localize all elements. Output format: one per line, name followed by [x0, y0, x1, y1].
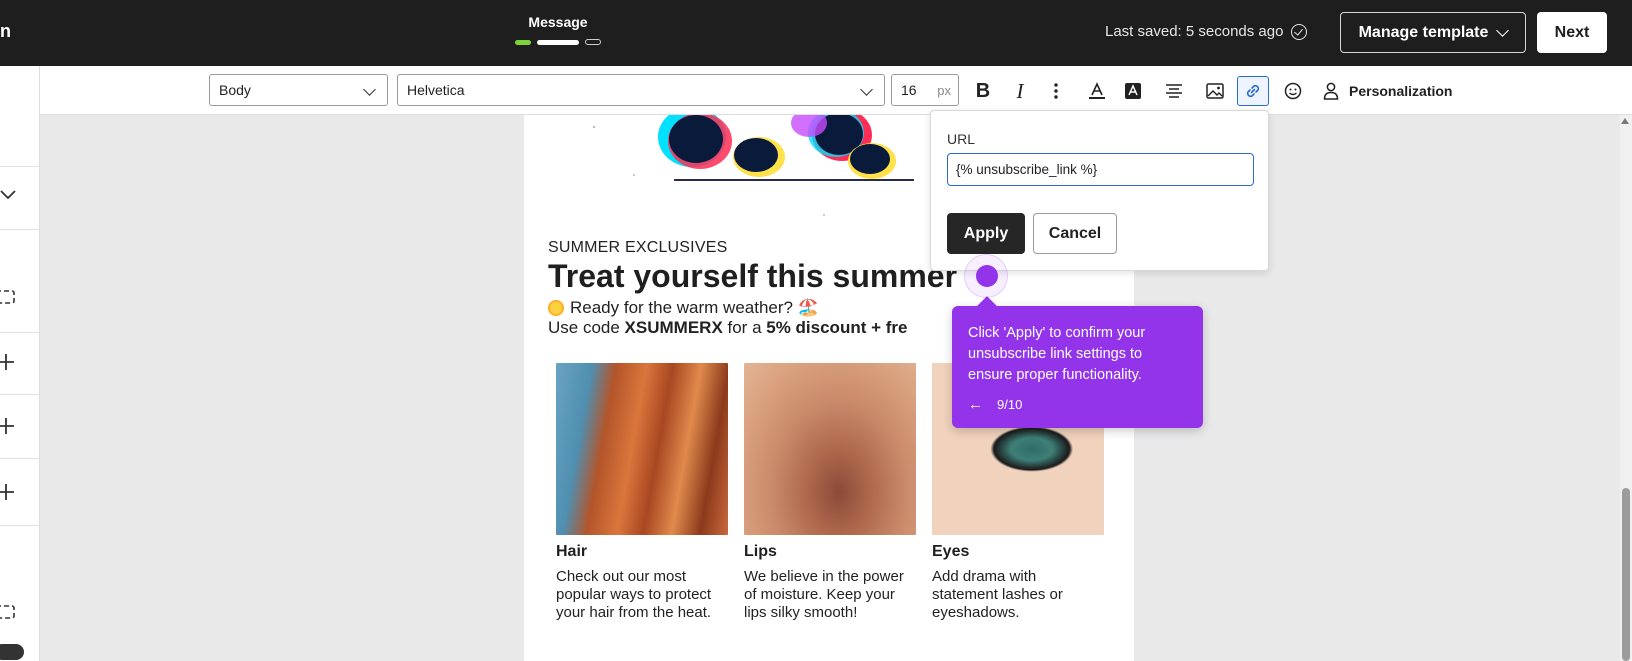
- intro-text: Ready for the warm weather? 🏖️: [570, 298, 819, 317]
- rail-divider: [0, 394, 40, 395]
- sun-emoji-icon: [548, 300, 564, 316]
- guide-step-counter: 9/10: [997, 397, 1023, 412]
- text-style-select[interactable]: Body: [209, 74, 388, 106]
- rail-divider: [0, 332, 40, 333]
- add-icon[interactable]: [0, 416, 18, 436]
- toggle-switch[interactable]: [0, 644, 24, 660]
- top-bar: n Message Last saved: 5 seconds ago Mana…: [0, 0, 1632, 66]
- text-color-icon[interactable]: [1084, 78, 1110, 104]
- chevron-down-icon[interactable]: [0, 184, 18, 204]
- email-promo-line[interactable]: Use code XSUMMERX for a 5% discount + fr…: [548, 318, 907, 338]
- url-input[interactable]: [947, 153, 1254, 186]
- card-title: Lips: [744, 543, 777, 560]
- scroll-up-arrow-icon[interactable]: [1621, 118, 1629, 124]
- block-icon[interactable]: [0, 287, 18, 307]
- personalization-button[interactable]: Personalization: [1323, 78, 1452, 104]
- promo-code: XSUMMERX: [624, 318, 723, 337]
- formatting-toolbar: Body Helvetica 16 px B I Personalization: [40, 66, 1632, 115]
- back-arrow-icon[interactable]: ←: [968, 396, 983, 413]
- chevron-down-icon: [1496, 23, 1510, 37]
- guide-tooltip: Click 'Apply' to confirm your unsubscrib…: [952, 306, 1203, 428]
- card-body: Check out our most popular ways to prote…: [556, 568, 712, 621]
- add-icon[interactable]: [0, 482, 18, 502]
- font-size-value: 16: [901, 82, 917, 98]
- email-intro-line[interactable]: Ready for the warm weather? 🏖️: [548, 298, 819, 318]
- block-icon[interactable]: [0, 602, 18, 622]
- link-url-popover: URL Apply Cancel: [930, 110, 1269, 271]
- discount-text: 5% discount + fre: [766, 318, 908, 337]
- step-dot-upcoming[interactable]: [585, 39, 601, 45]
- emoji-icon[interactable]: [1280, 78, 1306, 104]
- left-rail: [0, 66, 40, 661]
- font-family-select[interactable]: Helvetica: [397, 74, 885, 106]
- card-title: Hair: [556, 543, 588, 560]
- rail-divider: [0, 229, 40, 230]
- link-icon[interactable]: [1237, 76, 1269, 106]
- font-size-input[interactable]: 16 px: [891, 74, 959, 106]
- hair-photo: [556, 363, 728, 535]
- personalization-label: Personalization: [1349, 83, 1453, 99]
- cancel-button[interactable]: Cancel: [1033, 213, 1117, 254]
- card-title: Eyes: [932, 543, 970, 560]
- product-card-hair[interactable]: Hair Check out our most popular ways to …: [556, 363, 728, 622]
- rail-divider: [0, 166, 40, 167]
- add-icon[interactable]: [0, 352, 18, 372]
- align-center-icon[interactable]: [1161, 78, 1187, 104]
- step-dot-current[interactable]: [537, 39, 579, 45]
- italic-icon[interactable]: I: [1007, 78, 1033, 104]
- font-size-unit: px: [937, 82, 951, 98]
- promo-prefix: Use code: [548, 318, 625, 337]
- scrollbar-thumb[interactable]: [1622, 488, 1630, 661]
- chevron-down-icon: [363, 83, 376, 96]
- card-body: We believe in the power of moisture. Kee…: [744, 568, 904, 621]
- email-eyebrow[interactable]: SUMMER EXCLUSIVES: [548, 239, 727, 257]
- image-icon[interactable]: [1202, 78, 1228, 104]
- check-circle-icon: [1291, 23, 1308, 40]
- manage-template-label: Manage template: [1358, 23, 1489, 41]
- chevron-down-icon: [860, 83, 873, 96]
- more-vertical-icon[interactable]: [1043, 78, 1069, 104]
- save-status: Last saved: 5 seconds ago: [1105, 23, 1308, 40]
- manage-template-button[interactable]: Manage template: [1340, 12, 1526, 53]
- product-card-lips[interactable]: Lips We believe in the power of moisture…: [744, 363, 916, 622]
- apply-button[interactable]: Apply: [947, 213, 1025, 254]
- highlight-color-icon[interactable]: [1120, 78, 1146, 104]
- rail-divider: [0, 458, 40, 459]
- rail-divider: [0, 525, 40, 526]
- guide-hotspot[interactable]: [976, 265, 998, 287]
- url-label: URL: [947, 131, 976, 147]
- person-icon: [1323, 82, 1339, 100]
- email-headline[interactable]: Treat yourself this summer: [548, 258, 957, 295]
- next-button[interactable]: Next: [1537, 12, 1607, 53]
- text-style-value: Body: [219, 82, 251, 98]
- bold-icon[interactable]: B: [970, 78, 996, 104]
- card-body: Add drama with statement lashes or eyesh…: [932, 568, 1063, 621]
- step-dot-completed[interactable]: [515, 39, 531, 45]
- app-title: n: [0, 21, 11, 41]
- font-family-value: Helvetica: [407, 82, 465, 98]
- step-indicator: Message: [508, 14, 608, 45]
- guide-tooltip-text: Click 'Apply' to confirm your unsubscrib…: [968, 325, 1146, 383]
- lips-photo: [744, 363, 916, 535]
- step-title: Message: [528, 14, 588, 30]
- promo-middle: for a: [722, 318, 767, 337]
- last-saved-text: Last saved: 5 seconds ago: [1105, 23, 1284, 40]
